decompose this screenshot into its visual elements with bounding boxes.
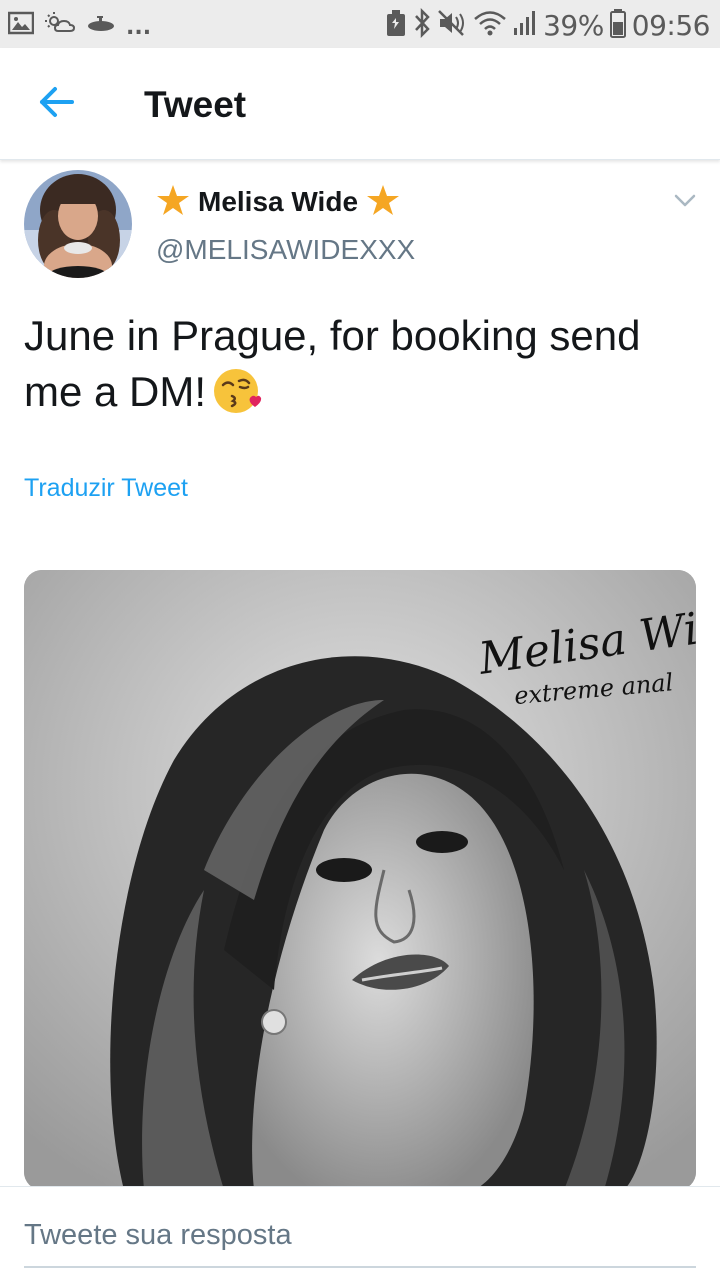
tweet-text: June in Prague, for booking send me a DM… (24, 308, 696, 430)
back-button[interactable] (30, 78, 82, 130)
star-icon (366, 184, 400, 221)
status-bar-system: 39% 09:56 (385, 7, 711, 43)
clock: 09:56 (631, 8, 711, 42)
submarine-icon (86, 13, 116, 38)
mute-icon (437, 9, 467, 42)
reply-input[interactable]: Tweete sua resposta (24, 1219, 696, 1252)
page-title: Tweet (144, 84, 247, 125)
bluetooth-icon (413, 7, 431, 43)
star-icon (156, 184, 190, 221)
weather-icon (44, 11, 76, 40)
gallery-icon (7, 11, 35, 40)
wifi-icon (473, 9, 507, 42)
signal-icon (513, 9, 537, 42)
status-bar: ... 39% 09:56 (0, 0, 720, 48)
tweet-text-content: June in Prague, for booking send me a DM… (24, 312, 641, 415)
status-bar-notifications: ... (7, 10, 152, 40)
battery-percent: 39% (543, 8, 604, 42)
avatar[interactable] (24, 170, 132, 278)
translate-tweet-link[interactable]: Traduzir Tweet (24, 474, 188, 503)
battery-icon (609, 8, 626, 43)
more-notifications: ... (126, 14, 152, 40)
kiss-emoji-icon (212, 366, 262, 430)
author-name: Melisa Wide (198, 186, 359, 217)
chevron-down-icon (670, 194, 700, 220)
author-handle[interactable]: @MELISAWIDEXXX (156, 234, 415, 266)
tweet-options-button[interactable] (670, 186, 700, 216)
reply-input-underline (24, 1266, 696, 1268)
battery-saver-icon (385, 9, 407, 42)
tweet-media-image[interactable]: Melisa Wide extreme anal (24, 570, 696, 1190)
author-name-row[interactable]: Melisa Wide (156, 182, 400, 222)
app-bar: Tweet (0, 48, 720, 160)
arrow-left-icon (38, 86, 74, 123)
